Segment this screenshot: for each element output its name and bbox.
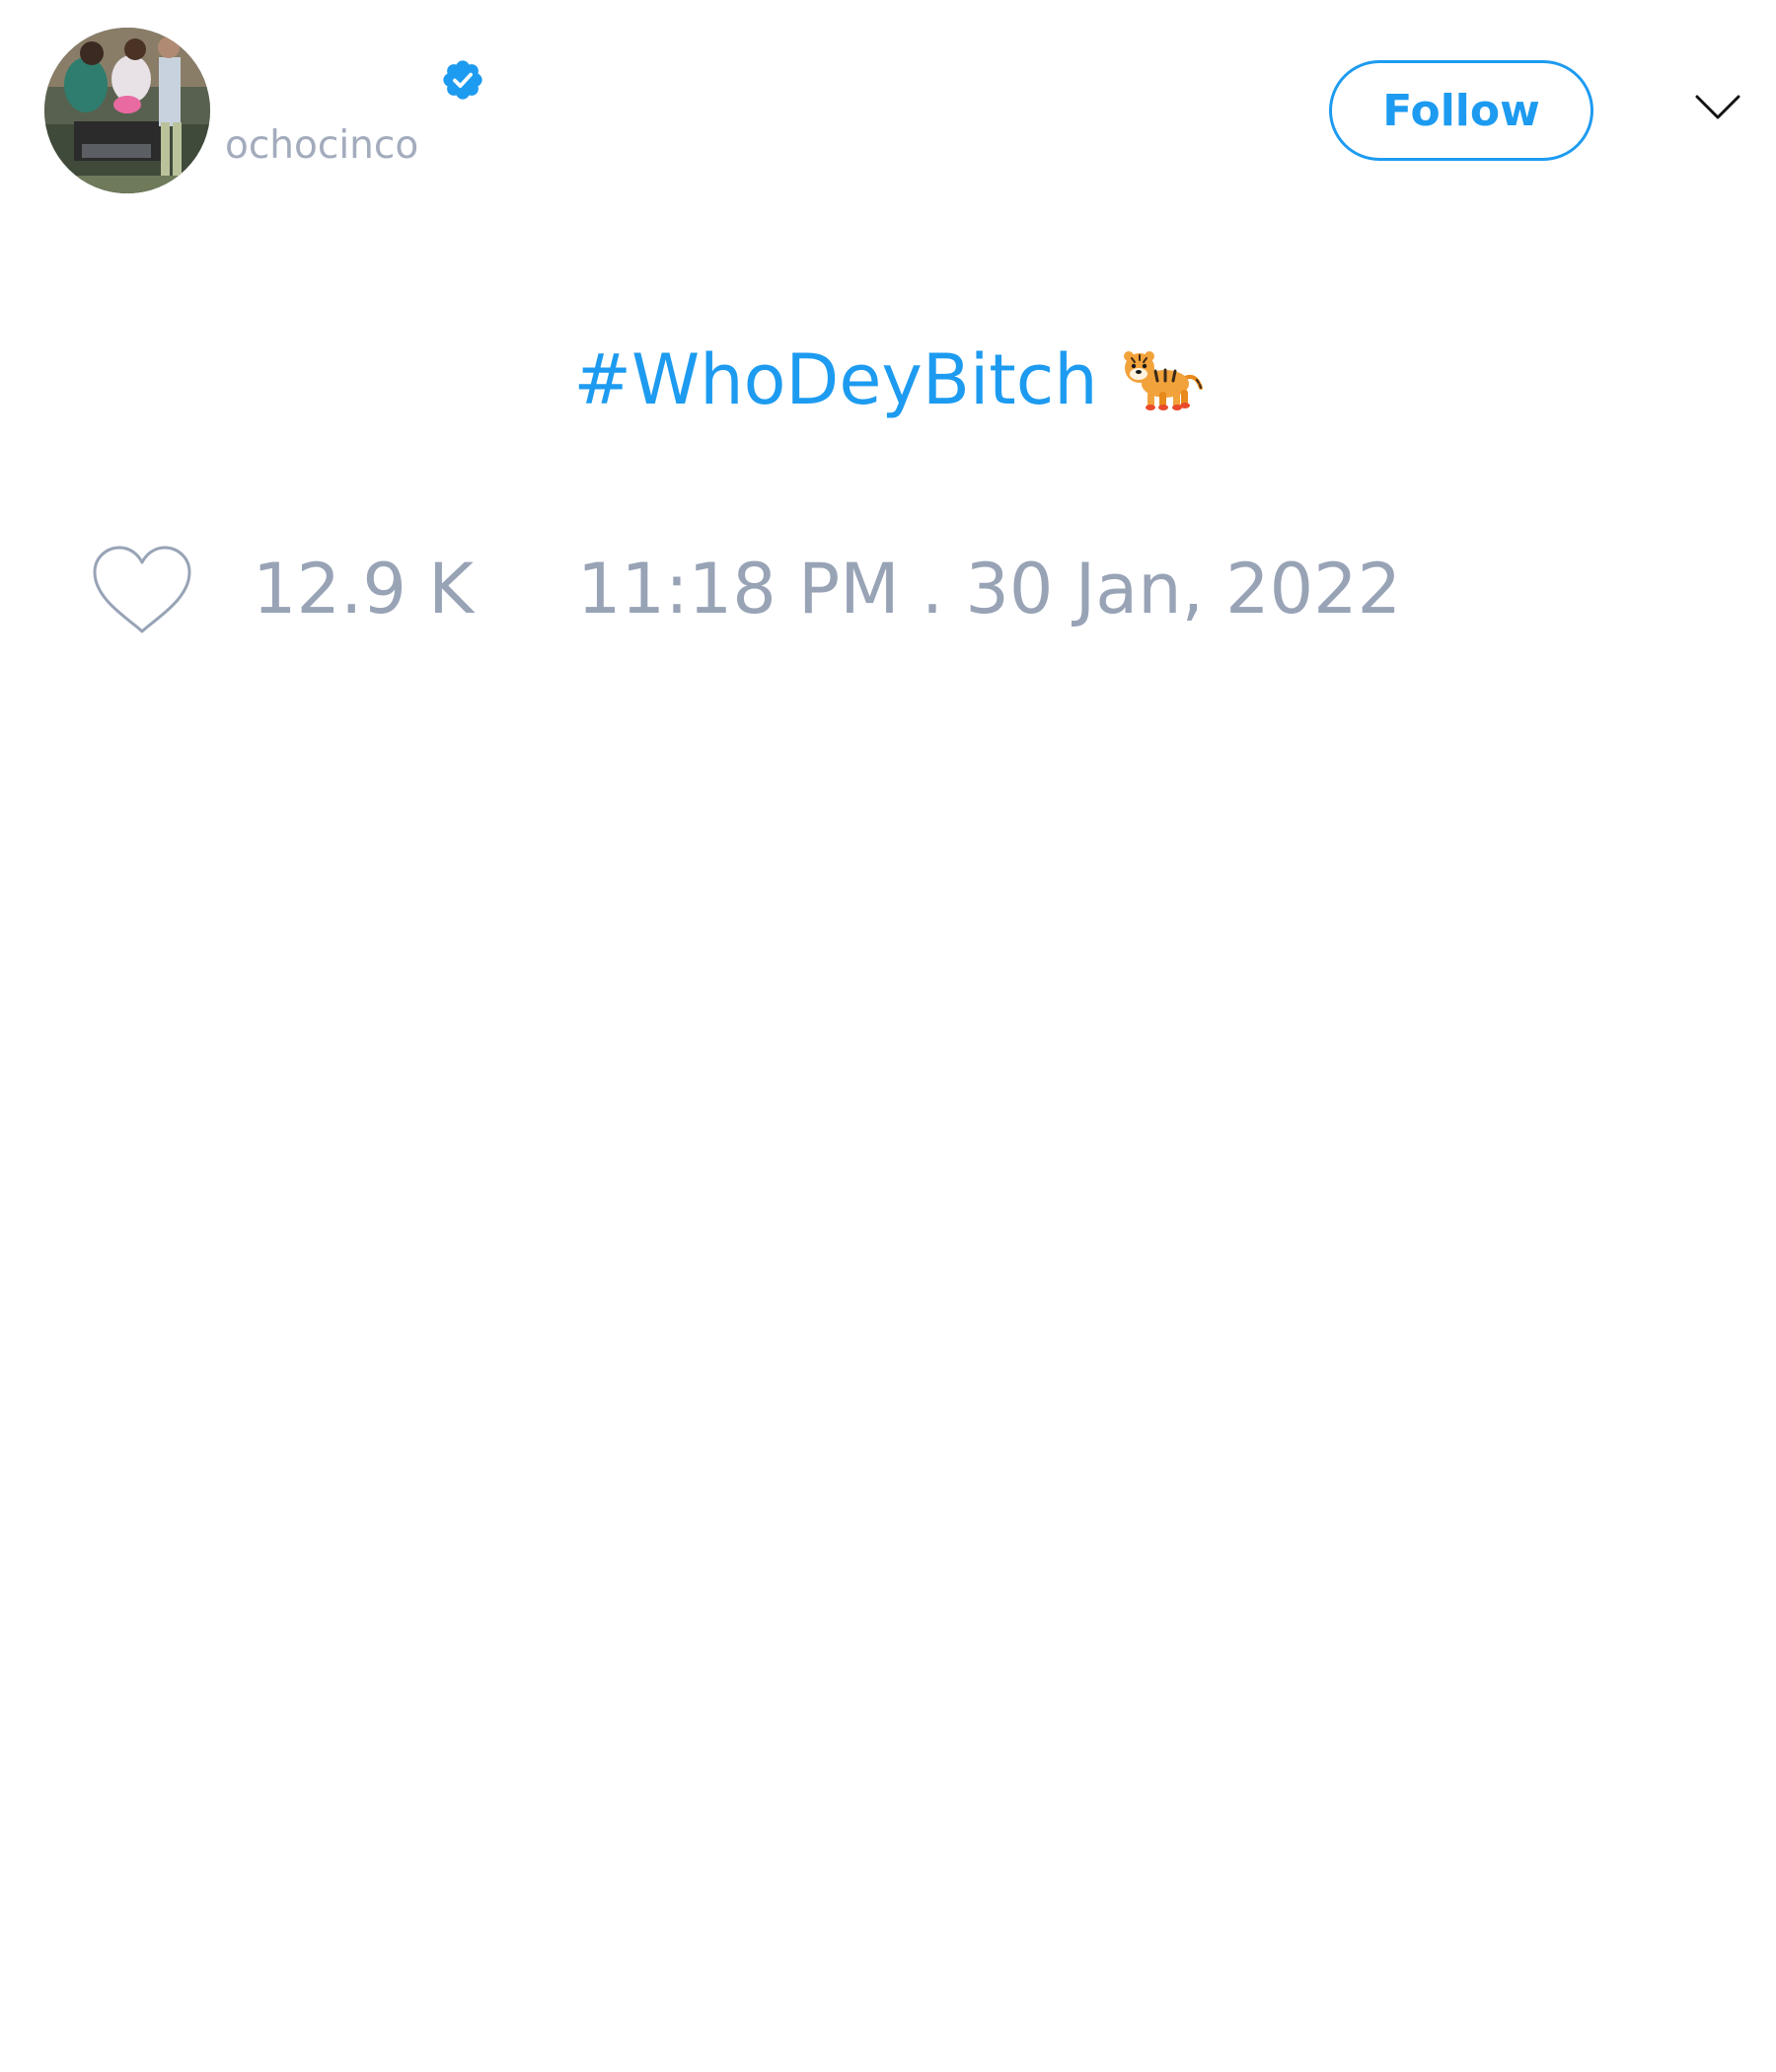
tweet-card: ochocinco Follow #WhoDeyBitch 12.9 K 11:… — [0, 0, 1776, 2072]
hashtag-link[interactable]: #WhoDeyBitch — [573, 339, 1097, 420]
chevron-down-icon[interactable] — [1695, 93, 1740, 122]
author-handle[interactable]: ochocinco — [225, 126, 418, 165]
heart-icon[interactable] — [91, 545, 193, 635]
like-count: 12.9 K — [253, 549, 475, 629]
follow-button[interactable]: Follow — [1329, 60, 1593, 161]
tweet-text: #WhoDeyBitch — [0, 345, 1776, 414]
avatar[interactable] — [44, 28, 210, 193]
verified-badge-icon — [443, 60, 482, 100]
tweet-timestamp[interactable]: 11:18 PM . 30 Jan, 2022 — [577, 555, 1401, 624]
avatar-photo — [44, 28, 210, 193]
tiger-emoji-icon — [1123, 351, 1203, 410]
